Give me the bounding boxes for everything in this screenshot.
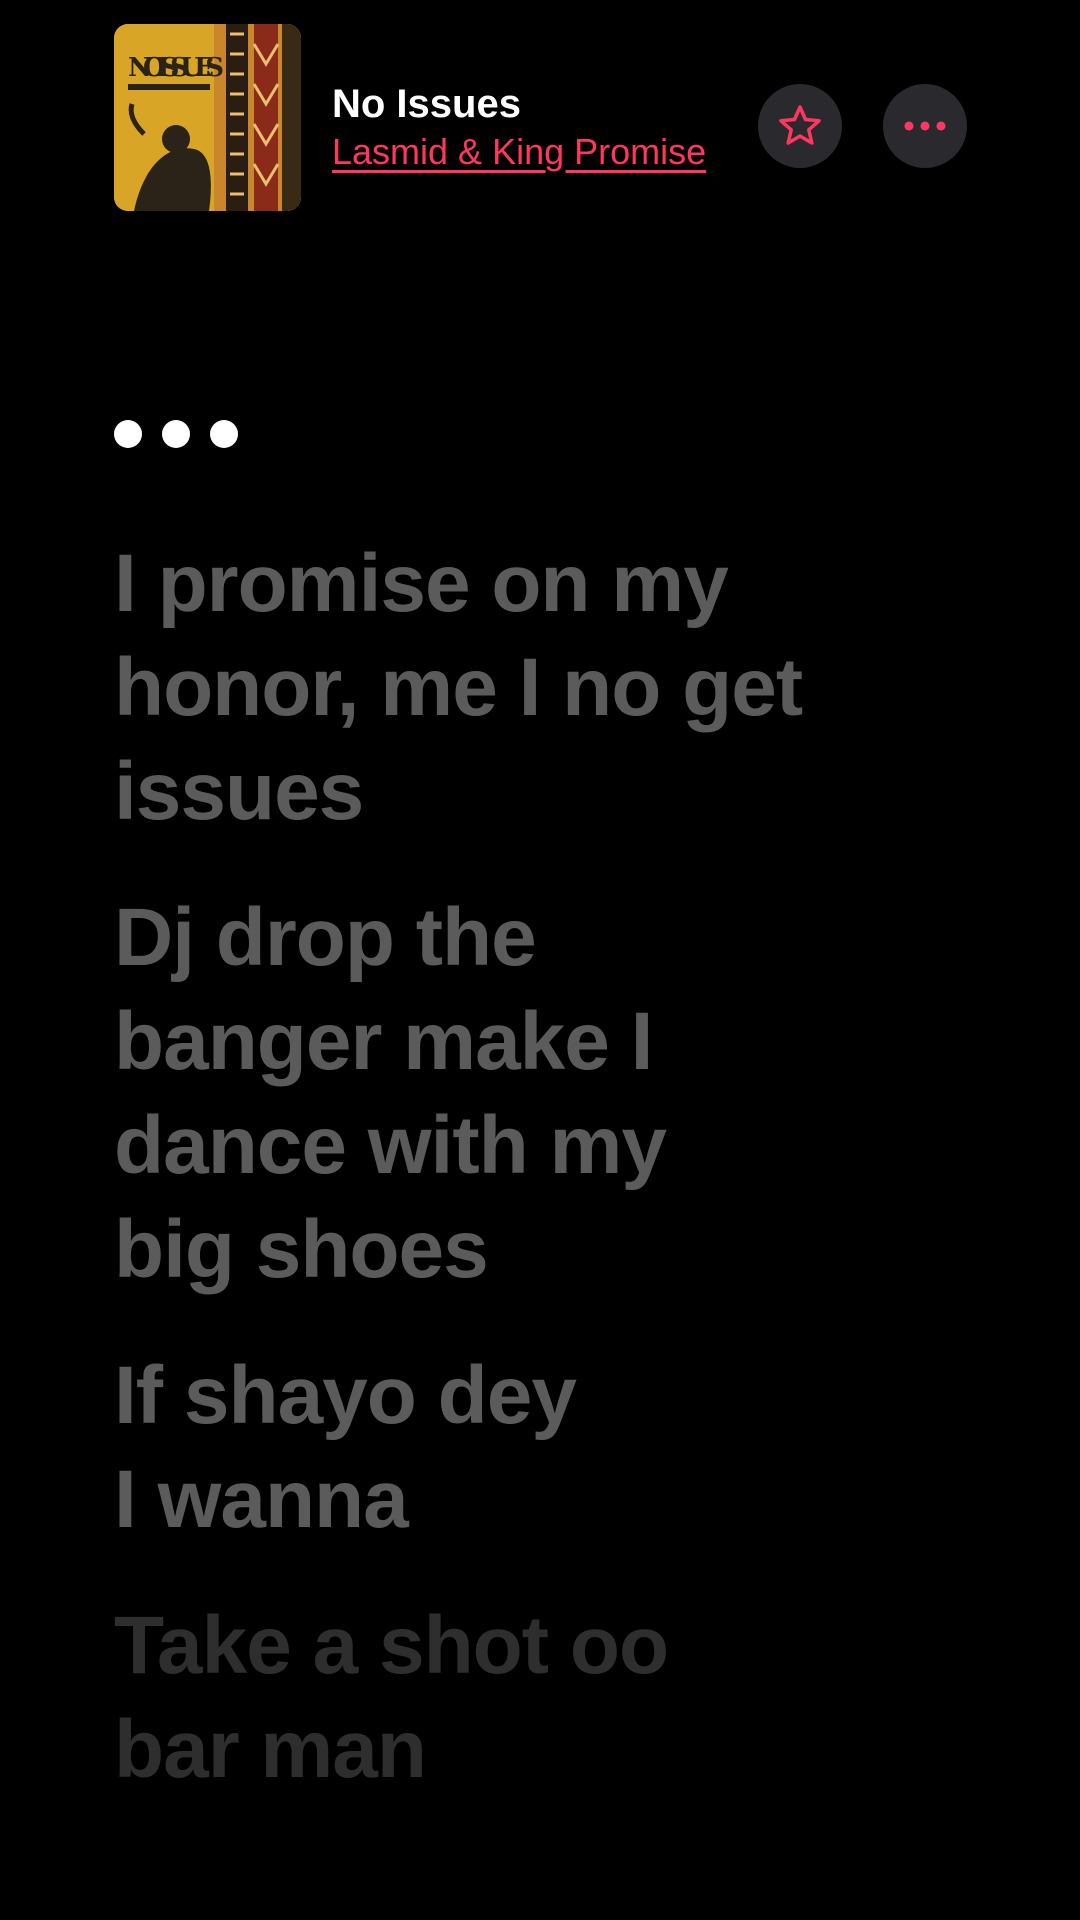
lyric-text: Dj drop the [114,892,537,983]
lyric-text: banger make I [114,996,653,1087]
lyric-text: I wanna [114,1454,409,1545]
lyric-line-1[interactable]: I promise on my honor, me I no get issue… [114,532,994,844]
lyric-text: Take a shot oo [114,1600,669,1691]
lyric-text: issues [114,746,364,837]
indicator-dot [114,420,142,448]
lyric-line-2[interactable]: Dj drop the banger make I dance with my … [114,886,994,1302]
lyrics-view[interactable]: I promise on my honor, me I no get issue… [114,420,994,1844]
indicator-dot [162,420,190,448]
lyric-text: bar man [114,1704,427,1795]
ellipsis-icon [904,121,946,131]
favorite-button[interactable] [758,84,842,168]
lyric-text: If shayo dey [114,1350,577,1441]
more-options-button[interactable] [883,84,967,168]
indicator-dot [210,420,238,448]
song-title: No Issues [332,82,521,126]
artwork-title-text: NO ISSUES [128,53,224,83]
star-icon [779,105,821,145]
lyric-line-4[interactable]: Take a shot oo bar man [114,1594,994,1802]
album-art-image: NO ISSUES [114,24,301,211]
lyric-text: honor, me I no get [114,642,803,733]
now-playing-header: NO ISSUES No Issues Lasmid & King Promis… [0,0,1080,230]
lyric-text: big shoes [114,1204,489,1295]
lyric-text: dance with my [114,1100,667,1191]
lyric-line-3[interactable]: If shayo dey I wanna [114,1344,994,1552]
lyrics-wait-indicator [114,420,994,448]
artist-link[interactable]: Lasmid & King Promise [332,130,706,174]
album-artwork[interactable]: NO ISSUES [114,24,301,211]
lyric-text: I promise on my [114,538,729,629]
